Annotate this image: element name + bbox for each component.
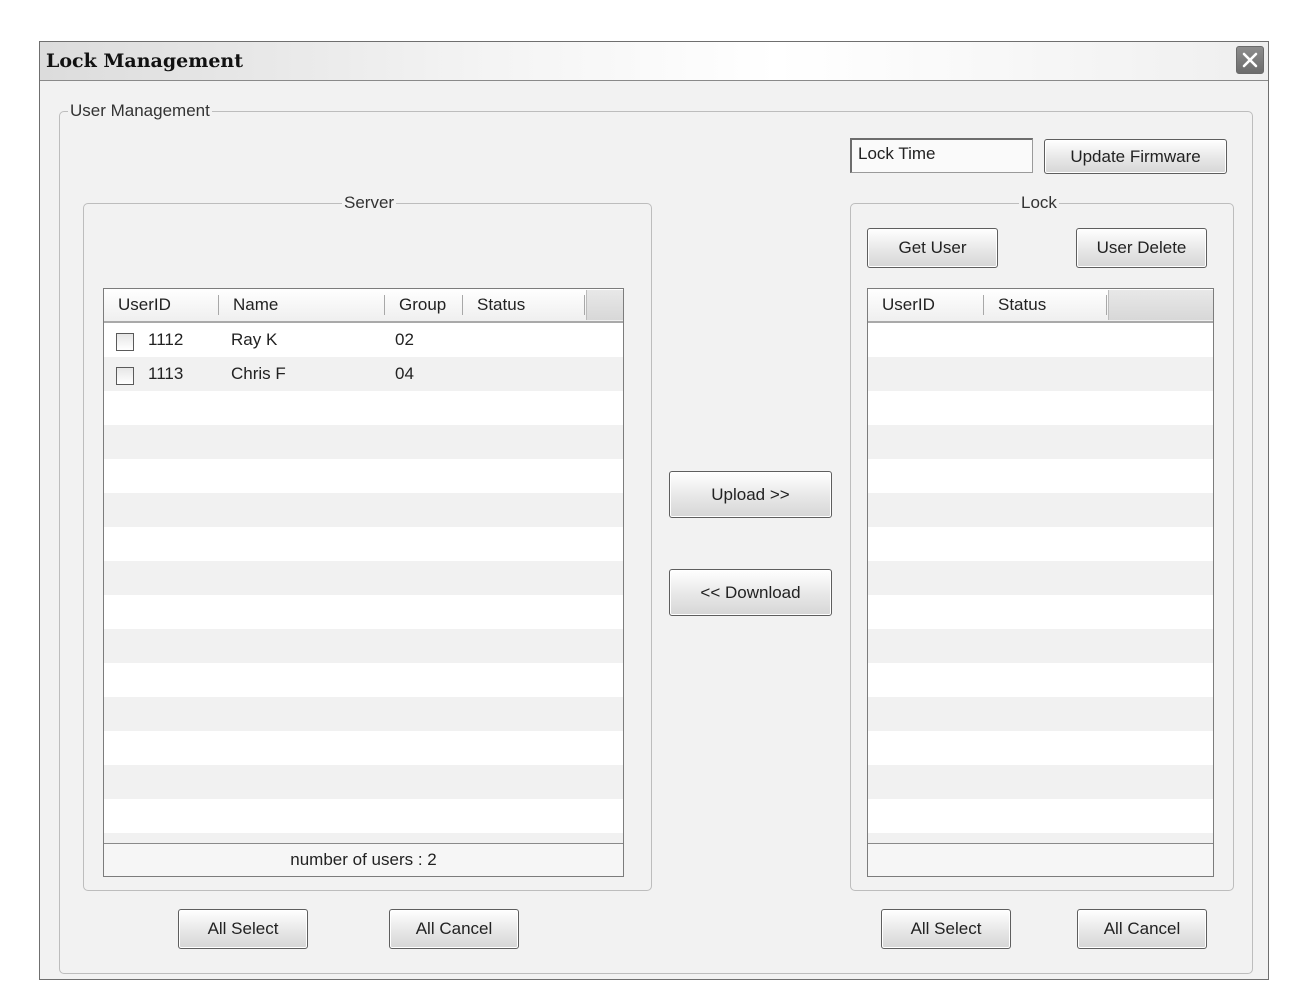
header-filler <box>1108 290 1213 320</box>
lock-user-count <box>868 843 1213 876</box>
get-user-button[interactable]: Get User <box>867 228 998 268</box>
header-filler <box>586 290 623 320</box>
row-checkbox[interactable] <box>116 333 134 351</box>
server-user-count: number of users : 2 <box>104 843 623 876</box>
column-header-userid[interactable]: UserID <box>868 289 984 321</box>
column-header-userid[interactable]: UserID <box>104 289 219 321</box>
user-management-legend: User Management <box>68 101 212 120</box>
server-all-cancel-button[interactable]: All Cancel <box>389 909 519 949</box>
lock-time-field[interactable]: Lock Time <box>850 138 1033 173</box>
lock-list-body <box>868 323 1213 876</box>
table-row[interactable]: 1113 Chris F 04 <box>104 357 623 391</box>
close-button[interactable] <box>1236 46 1264 74</box>
column-header-name[interactable]: Name <box>219 289 385 321</box>
lock-all-select-button[interactable]: All Select <box>881 909 1011 949</box>
column-header-status[interactable]: Status <box>984 289 1107 321</box>
lock-legend: Lock <box>1019 193 1059 212</box>
column-header-group[interactable]: Group <box>385 289 463 321</box>
cell-group: 04 <box>395 364 414 383</box>
server-list-header: UserID Name Group Status <box>104 289 623 323</box>
close-icon <box>1242 52 1258 68</box>
user-delete-button[interactable]: User Delete <box>1076 228 1207 268</box>
title-bar: Lock Management <box>40 42 1268 81</box>
lock-management-window: Lock Management User Management Lock Tim… <box>39 41 1269 980</box>
update-firmware-button[interactable]: Update Firmware <box>1044 139 1227 174</box>
lock-list-header: UserID Status <box>868 289 1213 323</box>
upload-button[interactable]: Upload >> <box>669 471 832 518</box>
table-row[interactable]: 1112 Ray K 02 <box>104 323 623 357</box>
window-title: Lock Management <box>46 50 244 72</box>
download-button[interactable]: << Download <box>669 569 832 616</box>
server-legend: Server <box>342 193 397 212</box>
cell-name: Chris F <box>231 364 286 383</box>
cell-userid: 1112 <box>148 330 184 349</box>
server-all-select-button[interactable]: All Select <box>178 909 308 949</box>
server-list-body: 1112 Ray K 02 1113 Chris F 04 <box>104 323 623 876</box>
row-checkbox[interactable] <box>116 367 134 385</box>
cell-name: Ray K <box>231 330 278 349</box>
cell-userid: 1113 <box>148 364 184 383</box>
lock-all-cancel-button[interactable]: All Cancel <box>1077 909 1207 949</box>
lock-user-list[interactable]: UserID Status <box>867 288 1214 877</box>
cell-group: 02 <box>395 330 414 349</box>
column-header-status[interactable]: Status <box>463 289 585 321</box>
server-user-list[interactable]: UserID Name Group Status 1112 Ray K 02 1… <box>103 288 624 877</box>
